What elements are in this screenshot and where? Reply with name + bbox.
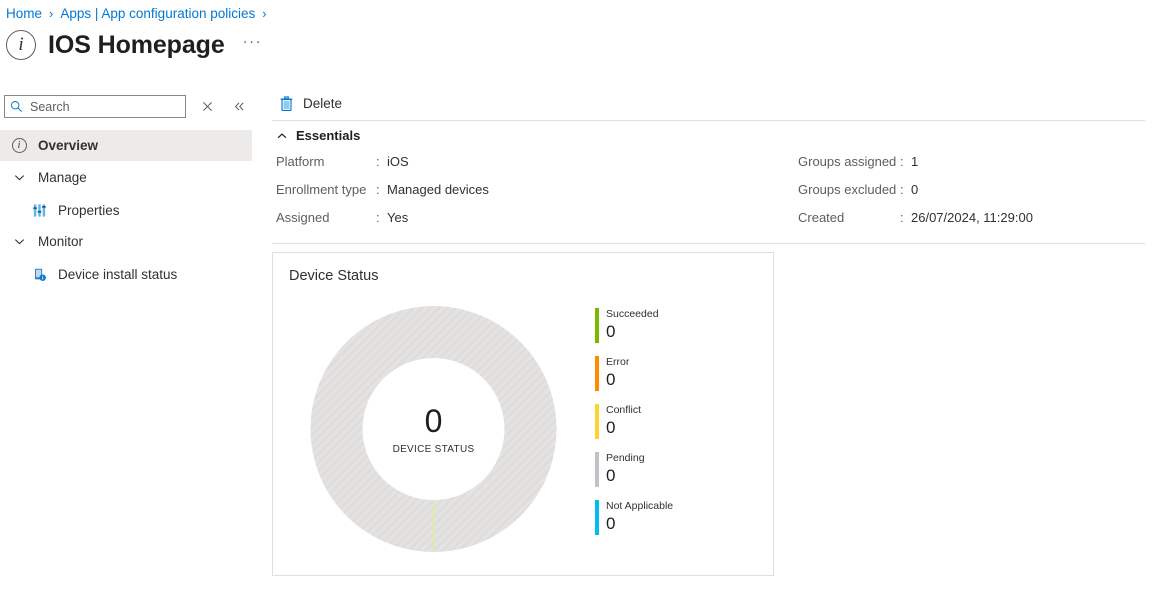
legend-swatch-icon bbox=[595, 500, 599, 535]
essentials-key: Created bbox=[798, 210, 845, 225]
legend-swatch-icon bbox=[595, 356, 599, 391]
legend-swatch-icon bbox=[595, 404, 599, 439]
delete-button-label: Delete bbox=[303, 96, 343, 111]
legend-item-succeeded[interactable]: Succeeded 0 bbox=[595, 308, 673, 343]
essentials-key: Enrollment type bbox=[276, 182, 367, 197]
search-icon bbox=[10, 100, 22, 112]
legend-value: 0 bbox=[606, 418, 616, 437]
info-glyph: i bbox=[18, 34, 24, 55]
essentials-right-column: Groups assigned : 1 Groups excluded : 0 … bbox=[798, 154, 1033, 238]
page-title: IOS Homepage bbox=[48, 30, 225, 59]
breadcrumb-item-apps[interactable]: Apps | App configuration policies bbox=[60, 5, 255, 23]
essentials-value: Yes bbox=[387, 210, 409, 225]
breadcrumb: Home › Apps | App configuration policies… bbox=[6, 5, 274, 23]
sidebar: i Overview Manage Properties bbox=[0, 88, 265, 599]
device-status-donut-chart[interactable]: 0 DEVICE STATUS bbox=[306, 295, 561, 563]
sidebar-group-label: Manage bbox=[38, 170, 87, 185]
card-title: Device Status bbox=[289, 268, 379, 284]
donut-svg bbox=[306, 295, 561, 563]
sidebar-group-label: Monitor bbox=[38, 234, 84, 249]
chevron-down-icon bbox=[8, 231, 30, 253]
essentials-row: Created : 26/07/2024, 11:29:00 bbox=[798, 210, 1033, 238]
info-circle-icon: i bbox=[8, 135, 30, 157]
sliders-icon bbox=[28, 200, 50, 222]
essentials-title: Essentials bbox=[296, 128, 361, 143]
legend-swatch-icon bbox=[595, 452, 599, 487]
double-chevron-left-icon[interactable] bbox=[228, 96, 250, 118]
essentials-left-column: Platform : iOS Enrollment type : Managed… bbox=[276, 154, 489, 238]
legend-item-pending[interactable]: Pending 0 bbox=[595, 452, 673, 487]
essentials-value: 26/07/2024, 11:29:00 bbox=[911, 210, 1033, 225]
essentials-value: 1 bbox=[911, 154, 919, 169]
device-status-legend: Succeeded 0 Error 0 Conflict 0 Pending 0… bbox=[595, 308, 673, 535]
essentials-row: Assigned : Yes bbox=[276, 210, 489, 238]
legend-swatch-icon bbox=[595, 308, 599, 343]
legend-value: 0 bbox=[606, 322, 616, 341]
sidebar-search-row bbox=[4, 95, 250, 118]
essentials-key: Groups assigned bbox=[798, 154, 897, 169]
essentials-colon: : bbox=[900, 210, 904, 225]
essentials-row: Groups assigned : 1 bbox=[798, 154, 1033, 182]
command-bar-divider bbox=[272, 120, 1145, 121]
essentials-colon: : bbox=[376, 182, 380, 197]
legend-value: 0 bbox=[606, 514, 616, 533]
main-content: Delete Essentials Platform : iOS Enrollm… bbox=[272, 88, 1153, 599]
legend-label: Succeeded bbox=[606, 308, 659, 320]
essentials-row: Groups excluded : 0 bbox=[798, 182, 1033, 210]
essentials-row: Enrollment type : Managed devices bbox=[276, 182, 489, 210]
essentials-colon: : bbox=[900, 182, 904, 197]
essentials-value: 0 bbox=[911, 182, 919, 197]
device-status-icon bbox=[28, 264, 50, 286]
trash-icon bbox=[276, 94, 296, 114]
legend-item-error[interactable]: Error 0 bbox=[595, 356, 673, 391]
legend-label: Not Applicable bbox=[606, 500, 674, 512]
essentials-key: Assigned bbox=[276, 210, 330, 225]
info-circle-icon: i bbox=[6, 30, 36, 60]
sidebar-item-label: Overview bbox=[38, 138, 99, 153]
legend-label: Error bbox=[606, 356, 630, 368]
essentials-row: Platform : iOS bbox=[276, 154, 489, 182]
legend-item-conflict[interactable]: Conflict 0 bbox=[595, 404, 673, 439]
legend-value: 0 bbox=[606, 370, 616, 389]
essentials-value: Managed devices bbox=[387, 182, 489, 197]
sidebar-item-device-install-status[interactable]: Device install status bbox=[0, 259, 177, 290]
legend-value: 0 bbox=[606, 466, 616, 485]
sidebar-group-monitor[interactable]: Monitor bbox=[0, 226, 83, 257]
essentials-colon: : bbox=[376, 154, 380, 169]
essentials-divider bbox=[272, 243, 1145, 244]
sidebar-item-properties[interactable]: Properties bbox=[0, 195, 120, 226]
command-bar: Delete bbox=[272, 88, 350, 119]
search-box[interactable] bbox=[4, 95, 186, 118]
essentials-key: Platform bbox=[276, 154, 325, 169]
sidebar-item-label: Properties bbox=[58, 203, 120, 218]
breadcrumb-item-home[interactable]: Home bbox=[6, 5, 42, 23]
sidebar-group-manage[interactable]: Manage bbox=[0, 162, 87, 193]
more-options-button[interactable]: ··· bbox=[243, 33, 263, 58]
device-status-card: Device Status 0 DEVICE STATUS Succeeded … bbox=[272, 252, 774, 576]
delete-button[interactable]: Delete bbox=[272, 90, 350, 118]
chevron-up-icon bbox=[276, 130, 288, 142]
legend-item-not-applicable[interactable]: Not Applicable 0 bbox=[595, 500, 673, 535]
page-header: i IOS Homepage ··· bbox=[6, 30, 262, 60]
sidebar-item-label: Device install status bbox=[58, 267, 178, 282]
essentials-header[interactable]: Essentials bbox=[276, 128, 360, 143]
essentials-colon: : bbox=[376, 210, 380, 225]
breadcrumb-separator-icon: › bbox=[49, 6, 54, 21]
essentials-colon: : bbox=[900, 154, 904, 169]
sidebar-item-overview[interactable]: i Overview bbox=[0, 130, 252, 161]
legend-label: Conflict bbox=[606, 404, 642, 416]
legend-label: Pending bbox=[606, 452, 645, 464]
chevron-down-icon bbox=[8, 167, 30, 189]
search-input[interactable] bbox=[28, 98, 178, 115]
essentials-key: Groups excluded bbox=[798, 182, 897, 197]
breadcrumb-separator-icon: › bbox=[262, 6, 267, 21]
close-icon[interactable] bbox=[196, 96, 218, 118]
essentials-value: iOS bbox=[387, 154, 409, 169]
